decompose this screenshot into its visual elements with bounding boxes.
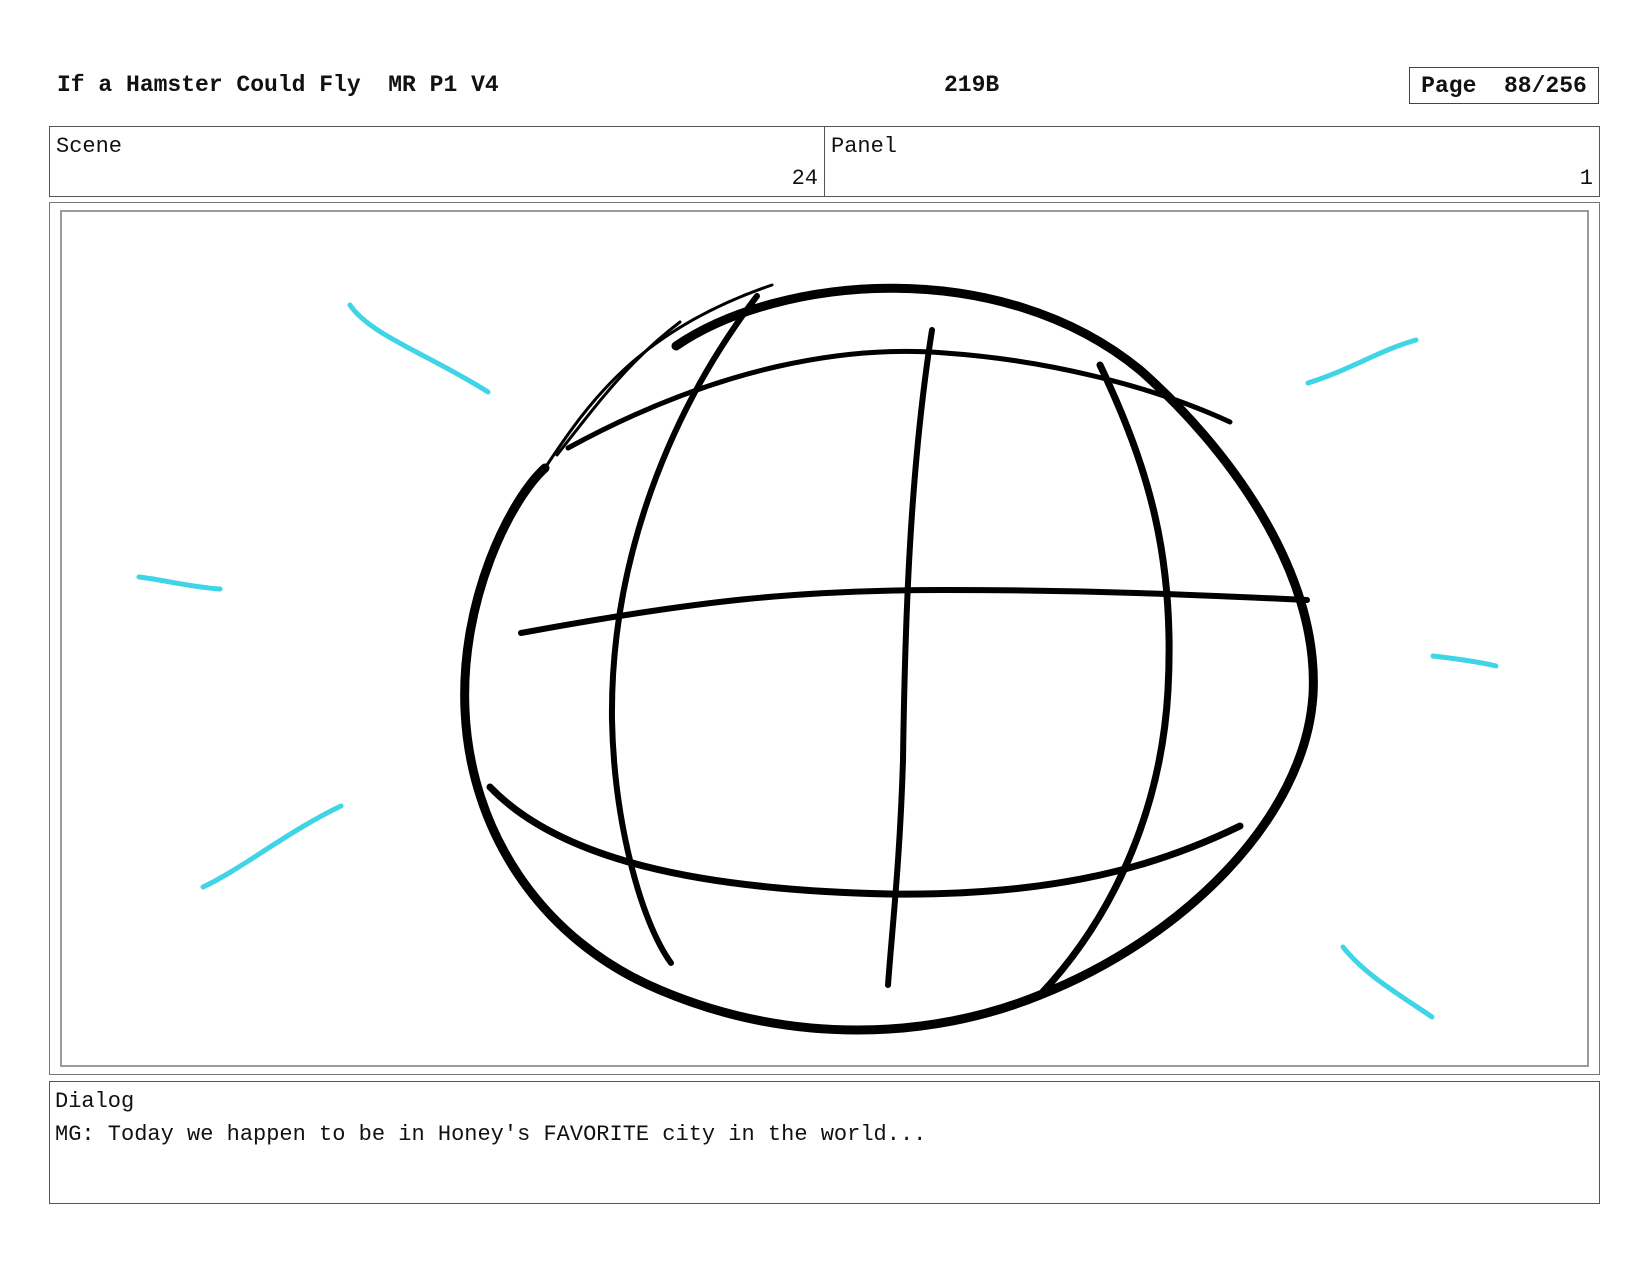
scene-cell: Scene 24	[50, 127, 824, 196]
panel-cell: Panel 1	[824, 127, 1599, 196]
globe-sketch-stroke	[555, 320, 682, 457]
motion-line-upper-right	[1305, 337, 1419, 386]
scene-number: 24	[791, 166, 818, 191]
motion-line-lower-left	[200, 803, 344, 890]
panel-label: Panel	[831, 134, 898, 159]
dialog-label: Dialog	[55, 1089, 135, 1114]
project-title: If a Hamster Could Fly MR P1 V4	[57, 72, 499, 98]
panel-artwork	[60, 210, 1589, 1067]
motion-line-mid-right	[1430, 653, 1499, 669]
dialog-text: MG: Today we happen to be in Honey's FAV…	[55, 1122, 927, 1147]
globe-latitude-bottom	[486, 783, 1244, 898]
panel-number: 1	[1579, 166, 1593, 191]
globe-meridian-center	[885, 327, 935, 988]
motion-line-upper-left	[347, 302, 491, 395]
sheet-code: 219B	[944, 72, 1000, 98]
motion-line-mid-left	[136, 574, 223, 592]
globe-outline-icon	[460, 283, 1318, 1035]
globe-sketch-drawing	[136, 283, 1499, 1035]
scene-label: Scene	[56, 134, 123, 159]
scene-panel-info: Scene 24 Panel 1	[49, 126, 1600, 197]
page-number: Page 88/256	[1409, 67, 1599, 104]
globe-meridian-right	[1036, 361, 1173, 999]
motion-line-lower-right	[1340, 944, 1435, 1020]
dialog-box: Dialog MG: Today we happen to be in Hone…	[49, 1081, 1600, 1204]
globe-equator	[518, 587, 1310, 636]
